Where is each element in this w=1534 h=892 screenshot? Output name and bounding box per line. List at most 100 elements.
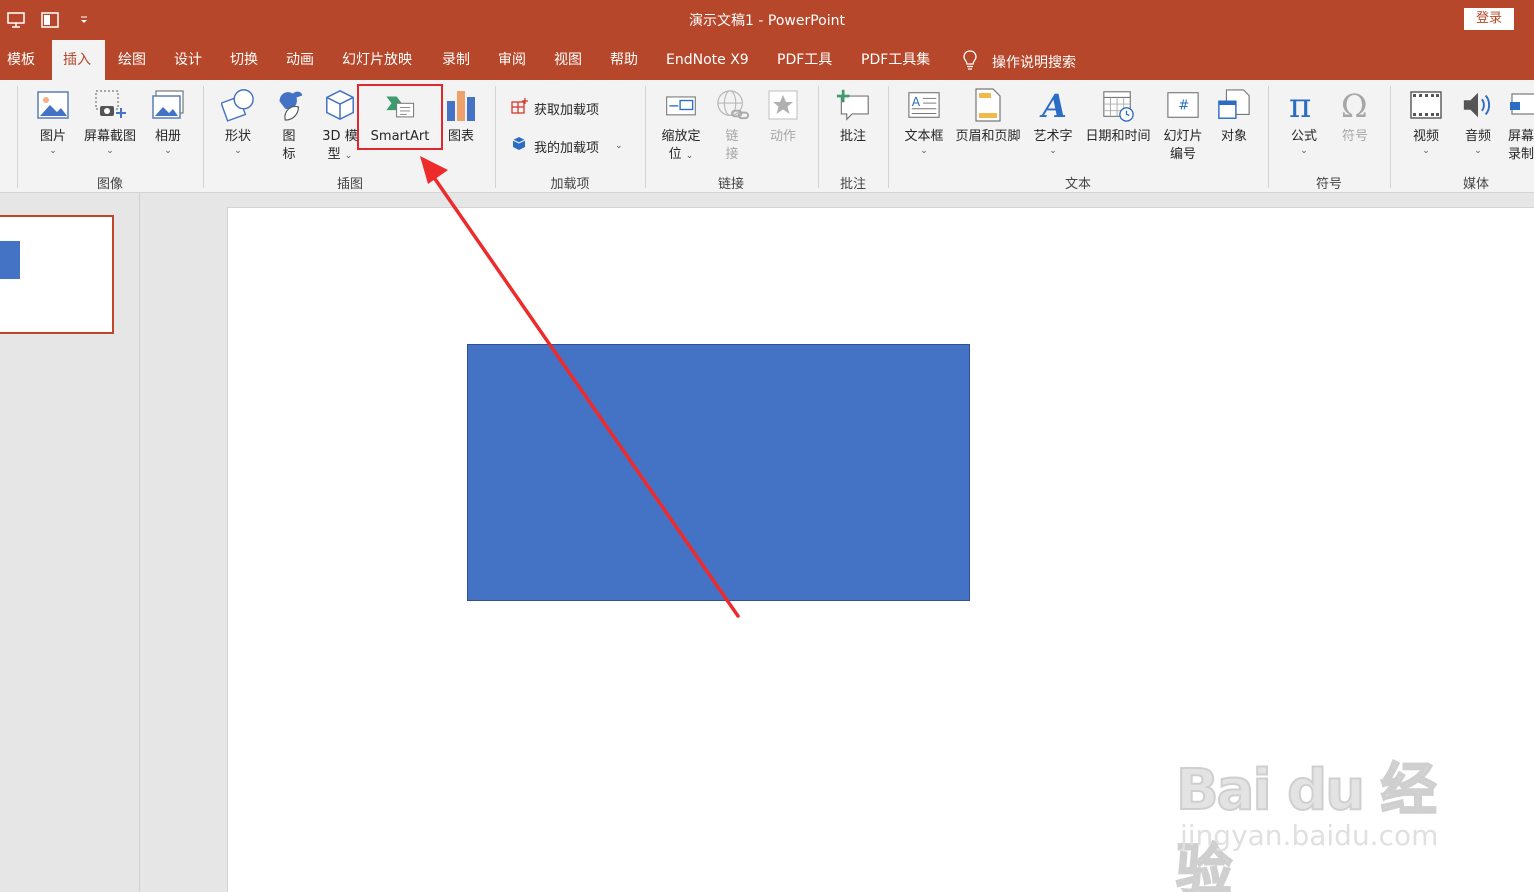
- audio-label: 音频: [1464, 129, 1491, 144]
- action-button[interactable]: 动作: [763, 86, 803, 146]
- 3d-models-button[interactable]: 3D 模 型 ⌄: [319, 86, 361, 164]
- comment-button[interactable]: 批注: [832, 86, 874, 146]
- icons-button[interactable]: 图 标: [269, 86, 309, 164]
- chevron-down-icon: ⌄: [164, 146, 172, 156]
- equation-button[interactable]: π 公式 ⌄: [1284, 86, 1324, 156]
- link-button[interactable]: 链 接: [712, 86, 752, 164]
- group-separator: [1390, 86, 1391, 188]
- video-button[interactable]: 视频 ⌄: [1406, 86, 1446, 156]
- signin-button[interactable]: 登录: [1464, 8, 1514, 30]
- photo-album-label: 相册: [154, 129, 181, 144]
- header-footer-label: 页眉和页脚: [955, 129, 1021, 144]
- audio-button[interactable]: 音频 ⌄: [1458, 86, 1498, 156]
- cube-icon: [323, 86, 357, 124]
- slide-number-label-line1: 幻灯片: [1163, 129, 1203, 144]
- ribbon-edge: [17, 86, 18, 188]
- tab-template[interactable]: 模板: [7, 40, 35, 80]
- screenshot-button[interactable]: 屏幕截图 ⌄: [80, 86, 140, 156]
- get-addins-label: 获取加载项: [534, 102, 600, 118]
- svg-text:Ω: Ω: [1341, 87, 1368, 123]
- group-label-links: 链接: [717, 177, 744, 192]
- photo-album-button[interactable]: 相册 ⌄: [148, 86, 188, 156]
- screen-recording-label-line2: 录制: [1508, 147, 1534, 162]
- tab-record[interactable]: 录制: [442, 40, 470, 80]
- thumbnail-rectangle: [0, 241, 20, 279]
- shapes-button[interactable]: 形状 ⌄: [218, 86, 258, 156]
- chevron-down-icon: ⌄: [1474, 146, 1482, 156]
- tell-me-search[interactable]: 操作说明搜索: [962, 50, 1076, 74]
- tab-endnote[interactable]: EndNote X9: [666, 40, 749, 80]
- picture-button[interactable]: 图片 ⌄: [33, 86, 73, 156]
- star-action-icon: [766, 86, 800, 124]
- speaker-icon: [1461, 86, 1495, 124]
- chevron-down-icon: ⌄: [615, 141, 623, 151]
- screen-recording-label-line1: 屏幕: [1508, 129, 1534, 144]
- tab-design[interactable]: 设计: [174, 40, 202, 80]
- tab-review[interactable]: 审阅: [498, 40, 526, 80]
- smartart-highlight-box: [357, 84, 443, 150]
- header-footer-button[interactable]: 页眉和页脚: [952, 86, 1024, 146]
- screenshot-icon: [93, 86, 127, 124]
- photo-album-icon: [151, 86, 185, 124]
- date-time-label: 日期和时间: [1085, 129, 1151, 144]
- screen-recording-button[interactable]: 屏幕 录制: [1508, 86, 1534, 164]
- ribbon: 图片 ⌄ 屏幕截图 ⌄ 相册 ⌄ 图像 形状 ⌄ 图 标 3D 模 型 ⌄ Sm…: [0, 80, 1534, 193]
- tab-slideshow[interactable]: 幻灯片放映: [342, 40, 412, 80]
- group-separator: [1268, 86, 1269, 188]
- tab-draw[interactable]: 绘图: [118, 40, 146, 80]
- bird-leaf-icon: [272, 86, 306, 124]
- screenshot-label: 屏幕截图: [83, 129, 136, 144]
- bar-chart-icon: [444, 86, 478, 124]
- object-button[interactable]: 对象: [1212, 86, 1256, 146]
- wordart-button[interactable]: A 艺术字 ⌄: [1031, 86, 1075, 156]
- baidu-jingyan-watermark: Bai du 经验 jingyan.baidu.com: [1175, 725, 1466, 892]
- group-label-symbols: 符号: [1315, 177, 1342, 192]
- my-addins-label: 我的加载项: [534, 140, 600, 156]
- slide-thumbnail[interactable]: [0, 215, 114, 334]
- tab-help[interactable]: 帮助: [610, 40, 638, 80]
- tab-pdf-tools[interactable]: PDF工具: [777, 40, 832, 80]
- svg-text:#: #: [1178, 99, 1189, 114]
- tab-view[interactable]: 视图: [554, 40, 582, 80]
- tab-pdf-toolset[interactable]: PDF工具集: [861, 40, 930, 80]
- 3d-models-label-line2: 型 ⌄: [327, 147, 353, 162]
- tab-insert[interactable]: 插入: [52, 40, 105, 80]
- tab-transitions[interactable]: 切换: [230, 40, 258, 80]
- get-addins-button[interactable]: 获取加载项: [510, 97, 599, 119]
- textbox-button[interactable]: A 文本框 ⌄: [900, 86, 948, 156]
- action-label: 动作: [769, 129, 796, 144]
- zoom-label-line2: 位 ⌄: [668, 147, 694, 162]
- slide-number-icon: #: [1166, 86, 1200, 124]
- symbol-label: 符号: [1341, 129, 1368, 144]
- window-title: 演示文稿1 - PowerPoint: [689, 13, 845, 29]
- my-addins-button[interactable]: 我的加载项 ⌄: [510, 135, 623, 157]
- group-separator: [203, 86, 204, 188]
- header-footer-icon: [971, 86, 1005, 124]
- icons-label-line1: 图: [282, 129, 296, 144]
- date-time-button[interactable]: 日期和时间: [1080, 86, 1156, 146]
- group-label-media: 媒体: [1462, 177, 1489, 192]
- title-bar: 演示文稿1 - PowerPoint 登录: [0, 0, 1534, 40]
- blue-rectangle-shape[interactable]: [467, 344, 970, 601]
- symbol-button[interactable]: Ω 符号: [1335, 86, 1375, 146]
- chevron-down-icon: ⌄: [106, 146, 114, 156]
- calendar-clock-icon: [1101, 86, 1135, 124]
- group-label-images: 图像: [96, 177, 123, 192]
- globe-link-icon: [715, 86, 749, 124]
- slide-number-button[interactable]: # 幻灯片 编号: [1159, 86, 1207, 164]
- 3d-models-label-line1: 3D 模: [322, 129, 358, 144]
- chart-button[interactable]: 图表: [443, 86, 479, 146]
- comment-icon: [836, 86, 870, 124]
- link-label-line1: 链: [725, 129, 739, 144]
- group-separator: [495, 86, 496, 188]
- group-label-addins: 加载项: [550, 177, 590, 192]
- chevron-down-icon: ⌄: [920, 146, 928, 156]
- link-label-line2: 接: [725, 147, 739, 162]
- group-separator: [888, 86, 889, 188]
- zoom-slides-icon: [664, 86, 698, 124]
- object-icon: [1217, 86, 1251, 124]
- tab-animations[interactable]: 动画: [286, 40, 314, 80]
- picture-label: 图片: [39, 129, 66, 144]
- zoom-button[interactable]: 缩放定 位 ⌄: [656, 86, 706, 164]
- group-label-illustrations: 插图: [336, 177, 363, 192]
